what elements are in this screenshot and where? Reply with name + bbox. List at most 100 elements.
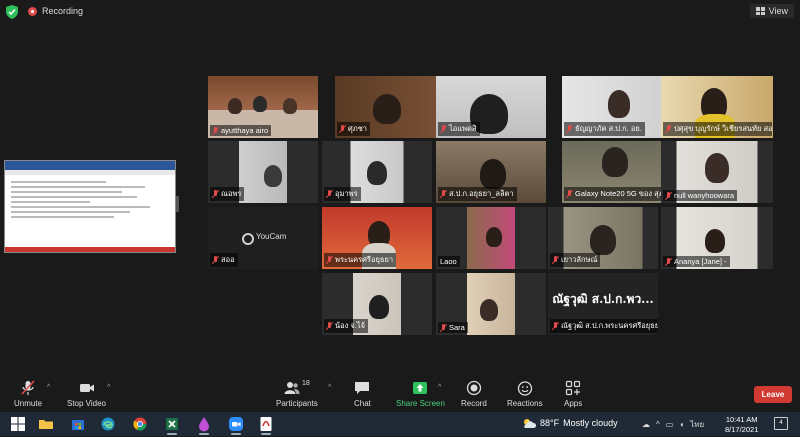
weather-condition: Mostly cloudy (563, 418, 618, 428)
paint-app-icon[interactable] (196, 416, 212, 435)
participant-label: ธัญญาภัค ส.ป.ก. อย. (564, 122, 645, 136)
participants-icon (284, 382, 300, 394)
muted-mic-icon (665, 125, 672, 133)
video-tile[interactable]: พระนครศรีอยุธยา (322, 207, 432, 269)
meeting-top-bar: Recording View (0, 0, 800, 24)
cloudy-weather-icon (524, 419, 536, 428)
chat-bubble-icon (355, 382, 370, 394)
excel-icon (166, 418, 178, 430)
apps-button[interactable]: Apps (564, 380, 582, 408)
participant-label: null wanyhoowara (663, 190, 738, 201)
participant-label: พระนครศรีอยุธยา (324, 253, 397, 267)
weather-widget[interactable]: 88°F Mostly cloudy (522, 417, 618, 429)
muted-mic-icon (566, 125, 573, 133)
participant-label: ณอพร (210, 187, 245, 201)
audio-options-chevron-icon[interactable]: ^ (47, 384, 50, 391)
muted-mic-icon (665, 257, 672, 266)
video-tile[interactable]: Sara (436, 273, 546, 335)
muted-mic-icon (440, 125, 447, 133)
record-icon (466, 380, 482, 396)
video-tile[interactable]: น้อง จ.ไจ้ (322, 273, 432, 335)
participant-label: Laoo (438, 256, 460, 267)
participant-label: Sara (438, 322, 468, 333)
video-options-chevron-icon[interactable]: ^ (107, 384, 110, 391)
file-explorer-icon[interactable] (38, 416, 54, 432)
security-shield-icon[interactable] (6, 5, 18, 19)
video-tile[interactable]: อุมาพร (322, 141, 432, 203)
participant-label: เยาวลักษณ์ (550, 253, 601, 267)
participant-label: ไอแพดสิ (438, 122, 480, 136)
document-status-bar (5, 247, 175, 252)
muted-mic-icon (440, 190, 447, 198)
taskbar-clock[interactable]: 10:41 AM 8/17/2021 (725, 415, 758, 435)
view-button[interactable]: View (749, 4, 794, 18)
weather-temperature: 88°F (540, 418, 560, 428)
muted-mic-icon (665, 191, 672, 200)
microsoft-store-icon[interactable] (70, 416, 86, 432)
windows-taskbar: 88°F Mostly cloudy ☁ ^ ▭ ◖ ไทย 10:41 AM … (0, 412, 800, 436)
participant-label: ณัฐวุฒิ ส.ป.ก.พระนครศรีอยุธยา (550, 319, 658, 333)
video-tile[interactable]: ณอพร (208, 141, 318, 203)
video-tile[interactable]: ธัญญาภัค ส.ป.ก. อย. (562, 76, 672, 138)
notification-center-icon[interactable]: 4 (774, 417, 788, 430)
shared-screen-preview[interactable] (4, 160, 176, 253)
video-tile[interactable]: ส.ป.ก.อยุธยา_ลลิตา (436, 141, 546, 203)
muted-mic-icon (212, 126, 219, 135)
participant-label: Ananya [Jane] - (663, 256, 730, 267)
windows-start-icon[interactable] (10, 416, 26, 432)
volume-icon[interactable]: ◖ (679, 420, 684, 429)
video-tile[interactable]: เยาวลักษณ์ (548, 207, 658, 269)
muted-mic-icon (339, 125, 346, 133)
recording-indicator[interactable]: Recording (28, 6, 83, 16)
video-tile[interactable]: null wanyhoowara (661, 141, 773, 203)
muted-mic-icon (566, 190, 573, 198)
input-language-indicator[interactable]: ไทย (690, 418, 704, 431)
unmute-button[interactable]: Unmute (14, 380, 42, 408)
share-options-chevron-icon[interactable]: ^ (438, 384, 441, 391)
video-tile-name-only[interactable]: ณัฐวุฒิ ส.ป.ก.พว... ณัฐวุฒิ ส.ป.ก.พระนคร… (548, 273, 658, 335)
video-tile[interactable]: Ananya [Jane] - (661, 207, 773, 269)
excel-app-icon[interactable] (164, 416, 180, 435)
split-view-handle[interactable] (176, 196, 179, 212)
paint-drop-icon (199, 417, 209, 432)
participants-options-chevron-icon[interactable]: ^ (328, 384, 331, 391)
network-icon[interactable]: ▭ (666, 420, 674, 429)
video-tile-active-speaker[interactable]: ปศุสุข บุญรักษ์ วิเชียรสนทัย สอส (661, 76, 773, 138)
youcam-logo-icon (242, 233, 254, 245)
muted-mic-icon (326, 256, 333, 264)
meeting-toolbar: Unmute ^ Stop Video ^ 18 Participants ^ … (0, 376, 800, 412)
cloud-sync-icon[interactable]: ☁ (642, 420, 650, 429)
document-content (5, 175, 175, 224)
stop-video-button[interactable]: Stop Video (67, 380, 106, 408)
grid-view-icon (755, 7, 765, 15)
chat-button[interactable]: Chat (354, 380, 371, 408)
edge-browser-icon[interactable] (100, 416, 116, 432)
participant-label: ayutthaya airo (210, 125, 272, 136)
chrome-browser-icon[interactable] (132, 416, 148, 432)
participant-display-name: ณัฐวุฒิ ส.ป.ก.พว... (552, 291, 654, 306)
video-tile[interactable]: ไอแพดสิ (436, 76, 546, 138)
clock-time: 10:41 AM (725, 415, 758, 424)
show-hidden-icons-chevron-icon[interactable]: ^ (656, 420, 660, 429)
muted-mic-icon (440, 323, 447, 332)
recording-label: Recording (42, 6, 84, 16)
video-tile[interactable]: ศุภชา (335, 76, 445, 138)
video-tile[interactable]: ayutthaya airo (208, 76, 318, 138)
video-tile[interactable]: Galaxy Note20 5G ของ สุภ... (562, 141, 672, 203)
record-button[interactable]: Record (461, 380, 487, 408)
leave-button[interactable]: Leave (754, 386, 792, 403)
pdf-icon (260, 417, 272, 431)
zoom-app-icon[interactable] (228, 416, 244, 435)
apps-icon (566, 380, 581, 396)
muted-mic-icon (212, 190, 219, 198)
reactions-button[interactable]: Reactions (507, 380, 543, 408)
video-tile[interactable]: Laoo (436, 207, 546, 269)
system-tray: ☁ ^ ▭ ◖ ไทย (642, 418, 704, 431)
share-screen-arrow-icon (413, 382, 428, 394)
muted-mic-icon (326, 190, 333, 198)
participant-label: ศุภชา (337, 122, 371, 136)
video-tile[interactable]: YouCam สออ (208, 207, 318, 269)
zoom-camera-icon (229, 417, 243, 431)
participants-button[interactable]: 18 Participants (276, 380, 318, 408)
pdf-reader-app-icon[interactable] (258, 416, 274, 435)
